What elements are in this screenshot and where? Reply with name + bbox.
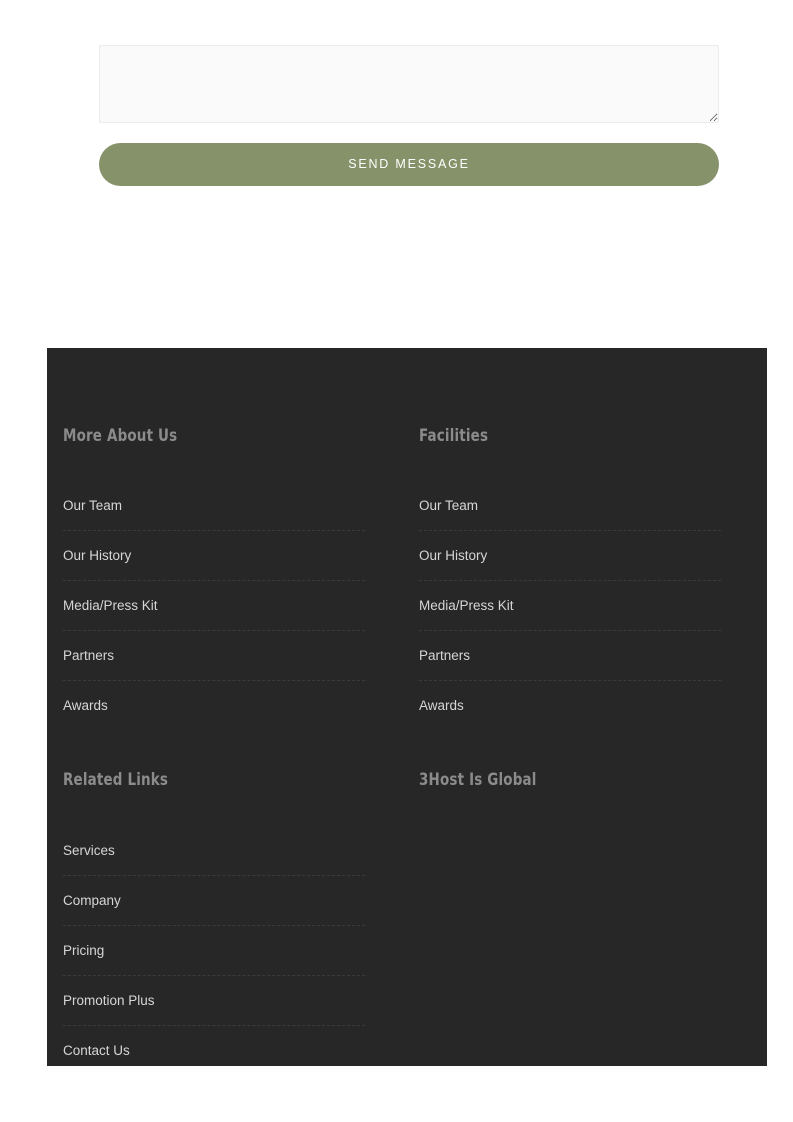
footer-link-awards[interactable]: Awards <box>63 681 365 730</box>
footer-link-our-team[interactable]: Our Team <box>63 481 365 530</box>
list-item: Our History <box>419 531 721 581</box>
footer-link-media-press-kit[interactable]: Media/Press Kit <box>63 581 365 630</box>
footer-link-facilities-awards[interactable]: Awards <box>419 681 721 730</box>
page-root: SEND MESSAGE More About Us Our Team Our … <box>0 0 793 1122</box>
message-textarea[interactable] <box>99 45 719 123</box>
site-footer: More About Us Our Team Our History Media… <box>47 348 767 1066</box>
list-item: Partners <box>419 631 721 681</box>
footer-link-list-more-about-us: Our Team Our History Media/Press Kit Par… <box>63 481 365 730</box>
footer-heading-more-about-us: More About Us <box>63 426 178 446</box>
list-item: Media/Press Kit <box>63 581 365 631</box>
footer-link-contact-us[interactable]: Contact Us <box>63 1026 365 1066</box>
footer-link-facilities-our-history[interactable]: Our History <box>419 531 721 580</box>
list-item: Our Team <box>63 481 365 531</box>
list-item: Our Team <box>419 481 721 531</box>
footer-link-facilities-partners[interactable]: Partners <box>419 631 721 680</box>
footer-heading-3host-is-global: 3Host Is Global <box>419 770 537 790</box>
footer-link-facilities-media-press-kit[interactable]: Media/Press Kit <box>419 581 721 630</box>
footer-group-related-links: Related Links Services Company Pricing P… <box>63 770 419 1066</box>
list-item: Awards <box>419 681 721 730</box>
contact-form: SEND MESSAGE <box>99 45 719 186</box>
list-item: Pricing <box>63 926 365 976</box>
footer-link-list-related-links: Services Company Pricing Promotion Plus <box>63 826 365 1066</box>
list-item: Services <box>63 826 365 876</box>
list-item: Contact Us <box>63 1026 365 1066</box>
footer-link-our-history[interactable]: Our History <box>63 531 365 580</box>
footer-group-3host-is-global: 3Host Is Global <box>419 770 767 790</box>
footer-link-promotion-plus[interactable]: Promotion Plus <box>63 976 365 1025</box>
footer-column-2: Facilities Our Team Our History Media/Pr… <box>419 426 767 1066</box>
list-item: Partners <box>63 631 365 681</box>
footer-group-facilities: Facilities Our Team Our History Media/Pr… <box>419 426 767 730</box>
list-item: Media/Press Kit <box>419 581 721 631</box>
list-item: Our History <box>63 531 365 581</box>
footer-columns: More About Us Our Team Our History Media… <box>63 426 767 1066</box>
list-item: Awards <box>63 681 365 730</box>
send-message-button[interactable]: SEND MESSAGE <box>99 143 719 186</box>
footer-link-list-facilities: Our Team Our History Media/Press Kit Par… <box>419 481 721 730</box>
footer-link-pricing[interactable]: Pricing <box>63 926 365 975</box>
list-item: Company <box>63 876 365 926</box>
footer-link-company[interactable]: Company <box>63 876 365 925</box>
list-item: Promotion Plus <box>63 976 365 1026</box>
footer-heading-related-links: Related Links <box>63 770 169 790</box>
footer-group-more-about-us: More About Us Our Team Our History Media… <box>63 426 419 730</box>
footer-heading-facilities: Facilities <box>419 426 489 446</box>
footer-link-services[interactable]: Services <box>63 826 365 875</box>
footer-column-1: More About Us Our Team Our History Media… <box>63 426 419 1066</box>
footer-link-partners[interactable]: Partners <box>63 631 365 680</box>
footer-link-facilities-our-team[interactable]: Our Team <box>419 481 721 530</box>
